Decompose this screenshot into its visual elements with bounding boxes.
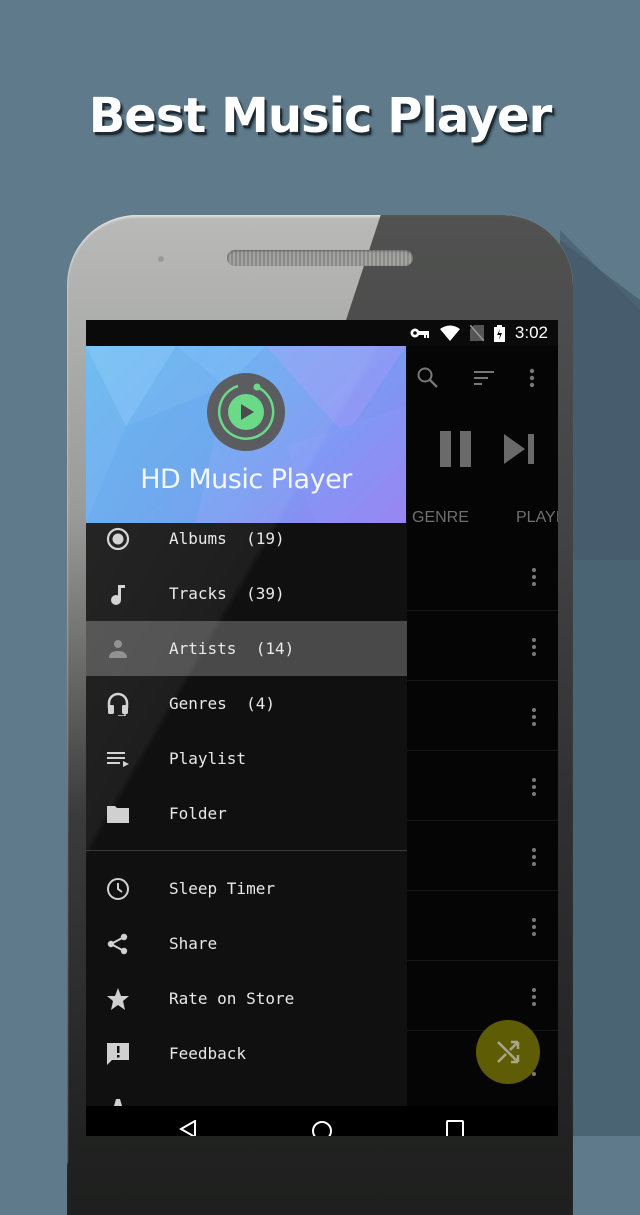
earpiece-speaker — [227, 250, 413, 266]
list-item[interactable] — [406, 890, 558, 961]
share-icon — [107, 933, 128, 954]
more-vert-icon[interactable] — [520, 366, 544, 390]
clock-icon — [107, 877, 129, 900]
nav-item-sleep-timer[interactable]: Sleep Timer — [86, 861, 407, 916]
skip-next-icon[interactable] — [504, 434, 536, 464]
drawer-header: HD Music Player — [86, 346, 406, 523]
nav-item-playlist[interactable]: Playlist — [86, 731, 407, 786]
tab-playlist[interactable]: PLAYI — [516, 509, 558, 527]
phone-screen: 3:02 GENRE PLAYI HD Music Player Albums … — [86, 320, 558, 1136]
nav-item-rate[interactable]: Rate on Store — [86, 971, 407, 1026]
more-vert-icon[interactable] — [532, 778, 536, 799]
nav-item-feedback[interactable]: Feedback — [86, 1026, 407, 1081]
nav-item-tracks[interactable]: Tracks (39) — [86, 566, 407, 621]
no-sim-icon — [469, 325, 484, 341]
app-name: HD Music Player — [140, 464, 352, 495]
list-item[interactable] — [406, 610, 558, 681]
more-vert-icon[interactable] — [532, 848, 536, 869]
person-icon — [109, 639, 127, 658]
clock-time: 3:02 — [514, 323, 548, 342]
system-nav-bar — [86, 1106, 558, 1136]
more-vert-icon[interactable] — [532, 638, 536, 659]
list-item[interactable] — [406, 540, 558, 611]
headphones-icon — [107, 692, 129, 716]
settings-icon[interactable] — [106, 1096, 130, 1106]
home-icon[interactable] — [311, 1120, 333, 1136]
playlist-icon — [107, 751, 129, 767]
list-item[interactable] — [406, 680, 558, 751]
battery-charging-icon — [493, 324, 505, 342]
star-icon — [107, 987, 129, 1010]
more-vert-icon[interactable] — [532, 988, 536, 1009]
more-vert-icon[interactable] — [532, 708, 536, 729]
drawer-divider — [86, 850, 407, 851]
nav-item-artists[interactable]: Artists (14) — [86, 621, 407, 676]
nav-item-folder[interactable]: Folder — [86, 786, 407, 841]
shuffle-icon — [497, 1040, 520, 1064]
nav-item-share[interactable]: Share — [86, 916, 407, 971]
navigation-drawer: HD Music Player Albums (19) Tracks (39) … — [86, 346, 407, 1106]
nav-item-albums[interactable]: Albums (19) — [86, 511, 407, 566]
back-icon[interactable] — [179, 1120, 197, 1136]
status-bar: 3:02 — [86, 320, 558, 346]
recents-icon[interactable] — [446, 1120, 464, 1136]
app-logo — [207, 373, 285, 451]
sort-icon[interactable] — [472, 366, 496, 390]
main-content: GENRE PLAYI — [406, 346, 558, 1106]
headline: Best Music Player — [88, 88, 553, 144]
pause-icon[interactable] — [440, 431, 472, 467]
list-item[interactable] — [406, 820, 558, 891]
folder-icon — [107, 805, 129, 823]
search-icon[interactable] — [416, 366, 440, 390]
front-camera — [158, 256, 164, 262]
album-icon — [106, 527, 130, 550]
wifi-icon — [439, 325, 460, 341]
feedback-icon — [107, 1042, 129, 1065]
more-vert-icon[interactable] — [532, 918, 536, 939]
more-vert-icon[interactable] — [532, 568, 536, 589]
tab-genre[interactable]: GENRE — [412, 509, 469, 527]
list-item[interactable] — [406, 750, 558, 821]
music-note-icon — [111, 584, 125, 605]
nav-item-genres[interactable]: Genres (4) — [86, 676, 407, 731]
shuffle-fab-button[interactable] — [476, 1020, 540, 1084]
vpn-key-icon — [410, 328, 429, 338]
